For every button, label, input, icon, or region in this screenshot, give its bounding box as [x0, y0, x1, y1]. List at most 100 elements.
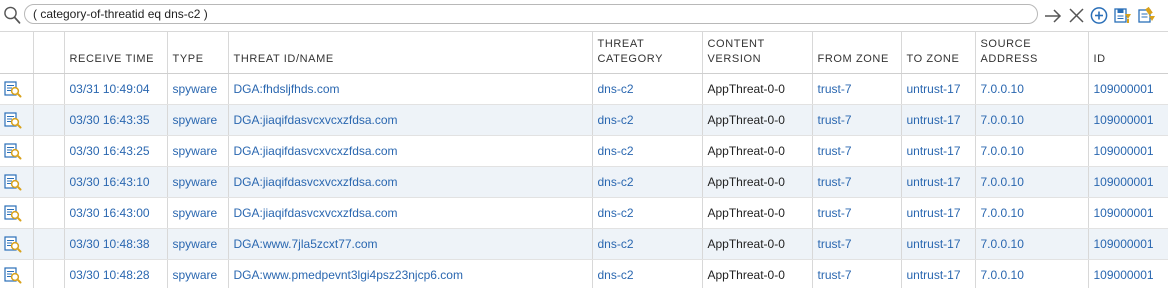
id-cell[interactable]: 109000001 [1087, 197, 1168, 229]
select-cell[interactable] [32, 259, 64, 288]
log-detail-icon[interactable] [4, 142, 22, 160]
id-cell[interactable]: 109000001 [1087, 104, 1168, 136]
detail-cell[interactable] [0, 228, 33, 260]
id-cell[interactable]: 109000001 [1087, 259, 1168, 288]
load-filter-icon[interactable] [1137, 5, 1157, 25]
id-cell[interactable]: 109000001 [1087, 73, 1168, 105]
table-row[interactable]: 03/30 16:43:25 spyware DGA:jiaqifdasvcxvcx… [0, 135, 1168, 167]
source-address-cell[interactable]: 7.0.0.10 [974, 259, 1088, 288]
threat-category-cell[interactable]: dns-c2 [591, 259, 702, 288]
col-header-from-zone[interactable]: FROM ZONE [811, 31, 901, 74]
source-address-cell[interactable]: 7.0.0.10 [974, 197, 1088, 229]
select-cell[interactable] [32, 135, 64, 167]
detail-cell[interactable] [0, 259, 33, 288]
to-zone-cell[interactable]: untrust-17 [900, 197, 975, 229]
source-address-cell[interactable]: 7.0.0.10 [974, 166, 1088, 198]
threat-name-cell[interactable]: DGA:jiaqifdasvcxvcxzfdsa.com [227, 135, 592, 167]
type-cell[interactable]: spyware [166, 228, 228, 260]
log-detail-icon[interactable] [4, 173, 22, 191]
to-zone-cell[interactable]: untrust-17 [900, 228, 975, 260]
from-zone-cell[interactable]: trust-7 [811, 166, 901, 198]
detail-cell[interactable] [0, 197, 33, 229]
threat-category-cell[interactable]: dns-c2 [591, 197, 702, 229]
log-detail-icon[interactable] [4, 204, 22, 222]
col-header-threat-category[interactable]: THREAT CATEGORY [591, 31, 702, 74]
receive-time-cell[interactable]: 03/30 16:43:10 [63, 166, 167, 198]
source-address-cell[interactable]: 7.0.0.10 [974, 135, 1088, 167]
receive-time-cell[interactable]: 03/30 10:48:38 [63, 228, 167, 260]
filter-input[interactable] [24, 4, 1038, 24]
detail-cell[interactable] [0, 104, 33, 136]
type-cell[interactable]: spyware [166, 259, 228, 288]
col-header-type[interactable]: TYPE [166, 31, 228, 74]
col-header-receive-time[interactable]: RECEIVE TIME [63, 31, 167, 74]
source-address-cell[interactable]: 7.0.0.10 [974, 104, 1088, 136]
threat-name-cell[interactable]: DGA:jiaqifdasvcxvcxzfdsa.com [227, 104, 592, 136]
threat-category-cell[interactable]: dns-c2 [591, 135, 702, 167]
threat-name-cell[interactable]: DGA:www.pmedpevnt3lgi4psz23njcp6.com [227, 259, 592, 288]
table-row[interactable]: 03/30 10:48:28 spyware DGA:www.pmedpevnt3l… [0, 259, 1168, 288]
source-address-cell[interactable]: 7.0.0.10 [974, 228, 1088, 260]
table-row[interactable]: 03/30 10:48:38 spyware DGA:www.7jla5zcxt77… [0, 228, 1168, 260]
to-zone-cell[interactable]: untrust-17 [900, 104, 975, 136]
from-zone-cell[interactable]: trust-7 [811, 73, 901, 105]
col-header-content-version[interactable]: CONTENT VERSION [701, 31, 812, 74]
receive-time-cell[interactable]: 03/30 16:43:35 [63, 104, 167, 136]
id-cell[interactable]: 109000001 [1087, 166, 1168, 198]
log-detail-icon[interactable] [4, 235, 22, 253]
log-detail-icon[interactable] [4, 111, 22, 129]
select-cell[interactable] [32, 104, 64, 136]
clear-filter-icon[interactable] [1066, 5, 1086, 25]
select-cell[interactable] [32, 228, 64, 260]
type-cell[interactable]: spyware [166, 104, 228, 136]
type-cell[interactable]: spyware [166, 166, 228, 198]
type-cell[interactable]: spyware [166, 197, 228, 229]
threat-category-cell[interactable]: dns-c2 [591, 104, 702, 136]
to-zone-cell[interactable]: untrust-17 [900, 259, 975, 288]
threat-category-cell[interactable]: dns-c2 [591, 73, 702, 105]
from-zone-cell[interactable]: trust-7 [811, 135, 901, 167]
detail-cell[interactable] [0, 135, 33, 167]
table-row[interactable]: 03/30 16:43:00 spyware DGA:jiaqifdasvcxvcx… [0, 197, 1168, 229]
from-zone-cell[interactable]: trust-7 [811, 228, 901, 260]
source-address-cell[interactable]: 7.0.0.10 [974, 73, 1088, 105]
select-cell[interactable] [32, 197, 64, 229]
type-cell[interactable]: spyware [166, 135, 228, 167]
threat-name-cell[interactable]: DGA:www.7jla5zcxt77.com [227, 228, 592, 260]
to-zone-cell[interactable]: untrust-17 [900, 73, 975, 105]
select-cell[interactable] [32, 73, 64, 105]
select-cell[interactable] [32, 166, 64, 198]
threat-name-cell[interactable]: DGA:jiaqifdasvcxvcxzfdsa.com [227, 197, 592, 229]
table-row[interactable]: 03/30 16:43:10 spyware DGA:jiaqifdasvcxvcx… [0, 166, 1168, 198]
from-zone-cell[interactable]: trust-7 [811, 104, 901, 136]
detail-cell[interactable] [0, 166, 33, 198]
receive-time-cell[interactable]: 03/30 16:43:25 [63, 135, 167, 167]
col-header-source-address[interactable]: SOURCE ADDRESS [974, 31, 1088, 74]
to-zone-cell[interactable]: untrust-17 [900, 166, 975, 198]
table-row[interactable]: 03/31 10:49:04 spyware DGA:fhdsljfhds.com d… [0, 73, 1168, 105]
threat-name-cell[interactable]: DGA:fhdsljfhds.com [227, 73, 592, 105]
threat-category-cell[interactable]: dns-c2 [591, 228, 702, 260]
from-zone-cell[interactable]: trust-7 [811, 259, 901, 288]
col-header-to-zone[interactable]: TO ZONE [900, 31, 975, 74]
receive-time-cell[interactable]: 03/31 10:49:04 [63, 73, 167, 105]
apply-filter-icon[interactable] [1043, 5, 1063, 25]
col-header-threat-name[interactable]: THREAT ID/NAME [227, 31, 592, 74]
id-cell[interactable]: 109000001 [1087, 228, 1168, 260]
filter-bar [0, 0, 1168, 31]
type-cell[interactable]: spyware [166, 73, 228, 105]
table-row[interactable]: 03/30 16:43:35 spyware DGA:jiaqifdasvcxvcx… [0, 104, 1168, 136]
from-zone-cell[interactable]: trust-7 [811, 197, 901, 229]
threat-name-cell[interactable]: DGA:jiaqifdasvcxvcxzfdsa.com [227, 166, 592, 198]
save-filter-icon[interactable] [1113, 5, 1133, 25]
col-header-id[interactable]: ID [1087, 31, 1168, 74]
log-detail-icon[interactable] [4, 266, 22, 284]
receive-time-cell[interactable]: 03/30 16:43:00 [63, 197, 167, 229]
receive-time-cell[interactable]: 03/30 10:48:28 [63, 259, 167, 288]
threat-category-cell[interactable]: dns-c2 [591, 166, 702, 198]
add-filter-icon[interactable] [1089, 5, 1109, 25]
detail-cell[interactable] [0, 73, 33, 105]
id-cell[interactable]: 109000001 [1087, 135, 1168, 167]
to-zone-cell[interactable]: untrust-17 [900, 135, 975, 167]
log-detail-icon[interactable] [4, 80, 22, 98]
